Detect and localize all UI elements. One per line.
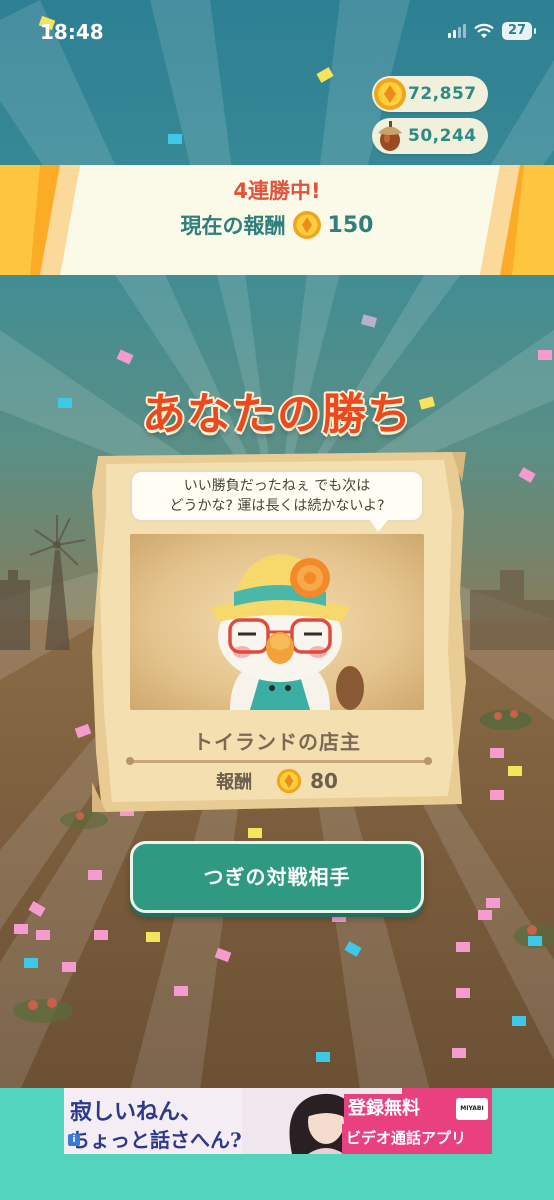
reward-value: 80 — [310, 769, 338, 793]
confetti — [508, 766, 522, 776]
divider — [126, 757, 432, 765]
bush-decoration — [480, 710, 532, 730]
confetti — [88, 870, 102, 880]
wifi-icon — [474, 23, 494, 38]
coin-icon — [292, 211, 321, 239]
acorn-balance[interactable]: 50,244 — [372, 118, 488, 154]
opponent-name: トイランドの店主 — [193, 730, 361, 754]
ad-cta-secondary: ビデオ通話アプリ — [342, 1124, 492, 1154]
confetti — [486, 898, 500, 908]
confetti — [14, 924, 28, 934]
ad-headline: 寂しいねん、 — [70, 1099, 203, 1125]
ad-info-icon[interactable]: i — [68, 1134, 80, 1146]
opponent-character-image — [210, 554, 364, 710]
speech-line: どうかな? 運は長くは続かないよ? — [169, 498, 385, 514]
opponent-speech-bubble: いい勝負だったねぇ でも次は どうかな? 運は長くは続かないよ? — [130, 470, 424, 532]
confetti — [316, 1052, 330, 1062]
win-title: あなたの勝ち — [141, 388, 413, 442]
coin-icon — [276, 768, 302, 794]
confetti — [36, 930, 50, 940]
battery-indicator: 27 — [502, 22, 536, 40]
confetti — [62, 962, 76, 972]
status-bar: 18:48 27 — [0, 0, 554, 62]
town-silhouette — [470, 570, 554, 650]
bush-decoration — [13, 998, 73, 1023]
confetti — [174, 986, 188, 996]
win-streak-label: 4連勝中! — [233, 179, 321, 203]
confetti — [332, 912, 346, 922]
confetti — [24, 958, 38, 968]
coin-icon — [374, 78, 406, 110]
confetti — [452, 1048, 466, 1058]
acorn-icon — [378, 121, 402, 151]
status-indicators: 27 — [448, 22, 536, 40]
acorn-balance-value: 50,244 — [408, 126, 477, 146]
current-reward: 現在の報酬 150 — [0, 210, 554, 240]
confetti — [456, 988, 470, 998]
confetti — [456, 942, 470, 952]
coin-balance[interactable]: 72,857 — [372, 76, 488, 112]
confetti — [478, 910, 492, 920]
ad-subline: ちょっと話さへん? — [70, 1128, 242, 1152]
speech-line: いい勝負だったねぇ でも次は — [183, 478, 371, 494]
confetti — [146, 932, 160, 942]
confetti — [168, 134, 182, 144]
current-reward-label: 現在の報酬 — [180, 214, 286, 238]
cellular-signal-icon — [448, 24, 466, 38]
next-opponent-button[interactable]: つぎの対戦相手 — [130, 841, 424, 913]
coin-balance-value: 72,857 — [408, 84, 477, 104]
opponent-reward: 報酬 80 — [130, 768, 424, 794]
current-reward-value: 150 — [327, 212, 374, 238]
opponent-portrait — [130, 534, 424, 710]
confetti — [490, 790, 504, 800]
confetti — [512, 1016, 526, 1026]
confetti — [248, 828, 262, 838]
confetti — [94, 930, 108, 940]
ad-logo: MIYABI — [456, 1098, 488, 1120]
status-time: 18:48 — [40, 20, 104, 44]
reward-label: 報酬 — [216, 772, 253, 793]
confetti — [528, 936, 542, 946]
ad-banner[interactable]: 寂しいねん、 ちょっと話さへん? i 登録無料 ビデオ通話アプリ MIYABI — [64, 1088, 492, 1154]
confetti — [490, 748, 504, 758]
confetti — [538, 350, 552, 360]
